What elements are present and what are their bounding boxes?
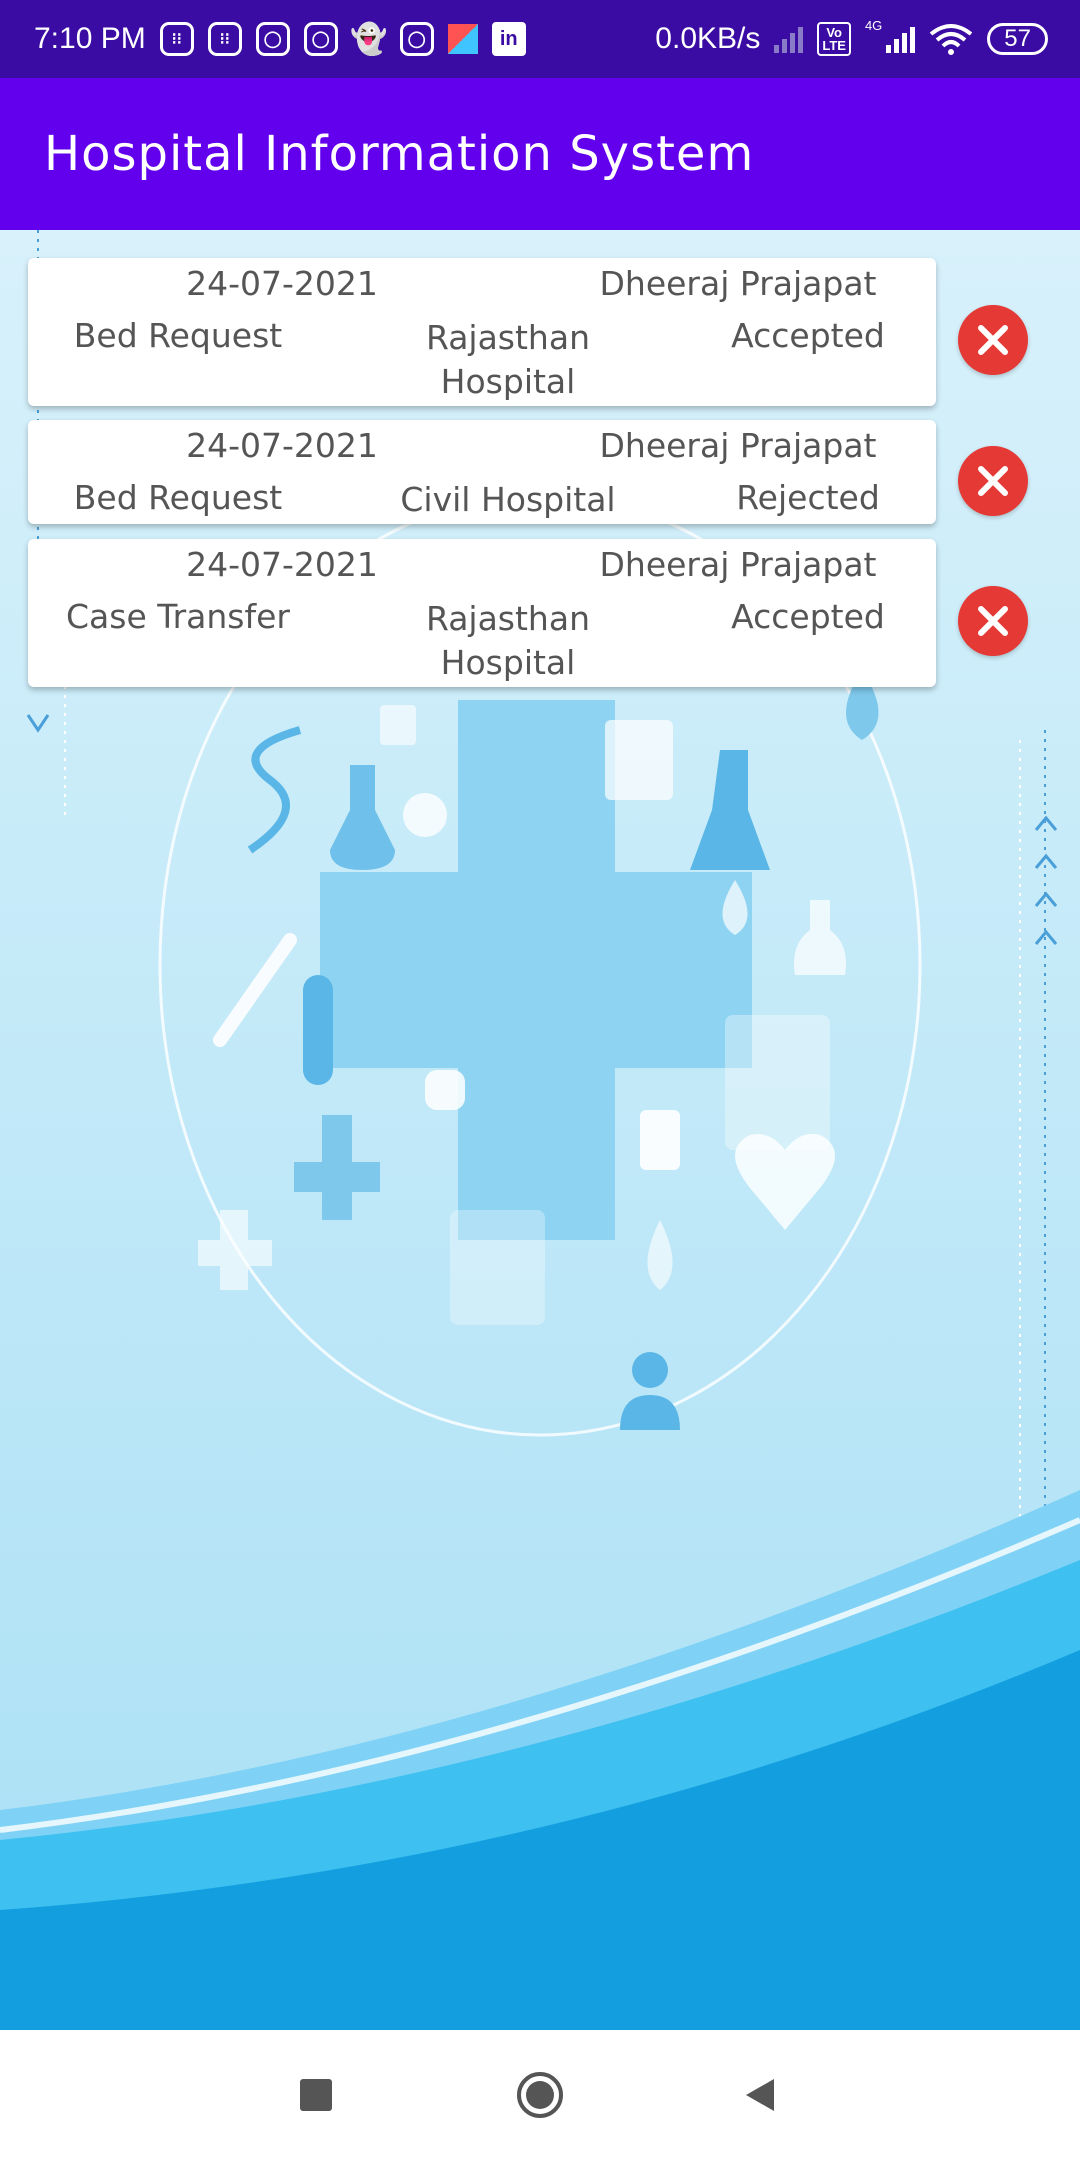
signal-icon	[774, 25, 804, 53]
home-icon	[517, 2072, 563, 2118]
close-icon	[978, 325, 1008, 355]
request-date: 24-07-2021	[186, 264, 378, 303]
hospital-name: Civil Hospital	[400, 480, 616, 519]
battery-icon: 57	[987, 23, 1048, 55]
status-bar: 7:10 PM ⁝⁝ ⁝⁝ ◯ ◯ 👻 ◯ in 0.0KB/s Vo LTE …	[0, 0, 1080, 78]
close-icon	[978, 466, 1008, 496]
kite-icon	[447, 24, 478, 54]
battery-level: 57	[1004, 25, 1031, 52]
home-button[interactable]	[515, 2070, 565, 2120]
calculator-icon: ⁝⁝	[159, 22, 194, 56]
request-status: Accepted	[731, 316, 885, 355]
back-button[interactable]	[735, 2070, 785, 2120]
delete-button[interactable]	[958, 586, 1028, 656]
linkedin-icon: in	[491, 22, 526, 56]
network-type: 4G	[864, 18, 883, 33]
instagram-icon: ◯	[303, 22, 338, 56]
recents-icon	[300, 2079, 332, 2111]
volte-icon: Vo LTE	[817, 22, 851, 56]
request-card[interactable]: 24-07-2021 Dheeraj Prajapat Bed Request …	[28, 420, 936, 524]
request-type: Bed Request	[73, 316, 283, 355]
request-card[interactable]: 24-07-2021 Dheeraj Prajapat Bed Request …	[28, 258, 936, 406]
hospital-name: Rajasthan Hospital	[425, 599, 590, 682]
request-type: Case Transfer	[66, 597, 290, 636]
requester-name: Dheeraj Prajapat	[599, 545, 877, 584]
wifi-icon	[930, 24, 973, 55]
signal-icon	[886, 25, 916, 53]
network-speed: 0.0KB/s	[655, 22, 761, 55]
hospital-name: Rajasthan Hospital	[425, 318, 590, 401]
request-type: Bed Request	[73, 478, 283, 517]
request-status: Accepted	[731, 597, 885, 636]
delete-button[interactable]	[958, 305, 1028, 375]
app-bar: Hospital Information System	[0, 78, 1080, 230]
request-date: 24-07-2021	[186, 426, 378, 465]
close-icon	[978, 606, 1008, 636]
request-status: Rejected	[736, 478, 880, 517]
recents-button[interactable]	[291, 2070, 341, 2120]
navigation-bar	[0, 2030, 1080, 2160]
instagram-icon: ◯	[255, 22, 290, 56]
app-title: Hospital Information System	[44, 126, 755, 182]
instagram-icon: ◯	[399, 22, 434, 56]
request-date: 24-07-2021	[186, 545, 378, 584]
requester-name: Dheeraj Prajapat	[599, 426, 877, 465]
requester-name: Dheeraj Prajapat	[599, 264, 877, 303]
request-card[interactable]: 24-07-2021 Dheeraj Prajapat Case Transfe…	[28, 539, 936, 687]
snapchat-icon: 👻	[350, 22, 388, 56]
back-icon	[746, 2079, 774, 2111]
status-time: 7:10 PM	[34, 22, 146, 55]
delete-button[interactable]	[958, 446, 1028, 516]
calculator-icon: ⁝⁝	[207, 22, 242, 56]
